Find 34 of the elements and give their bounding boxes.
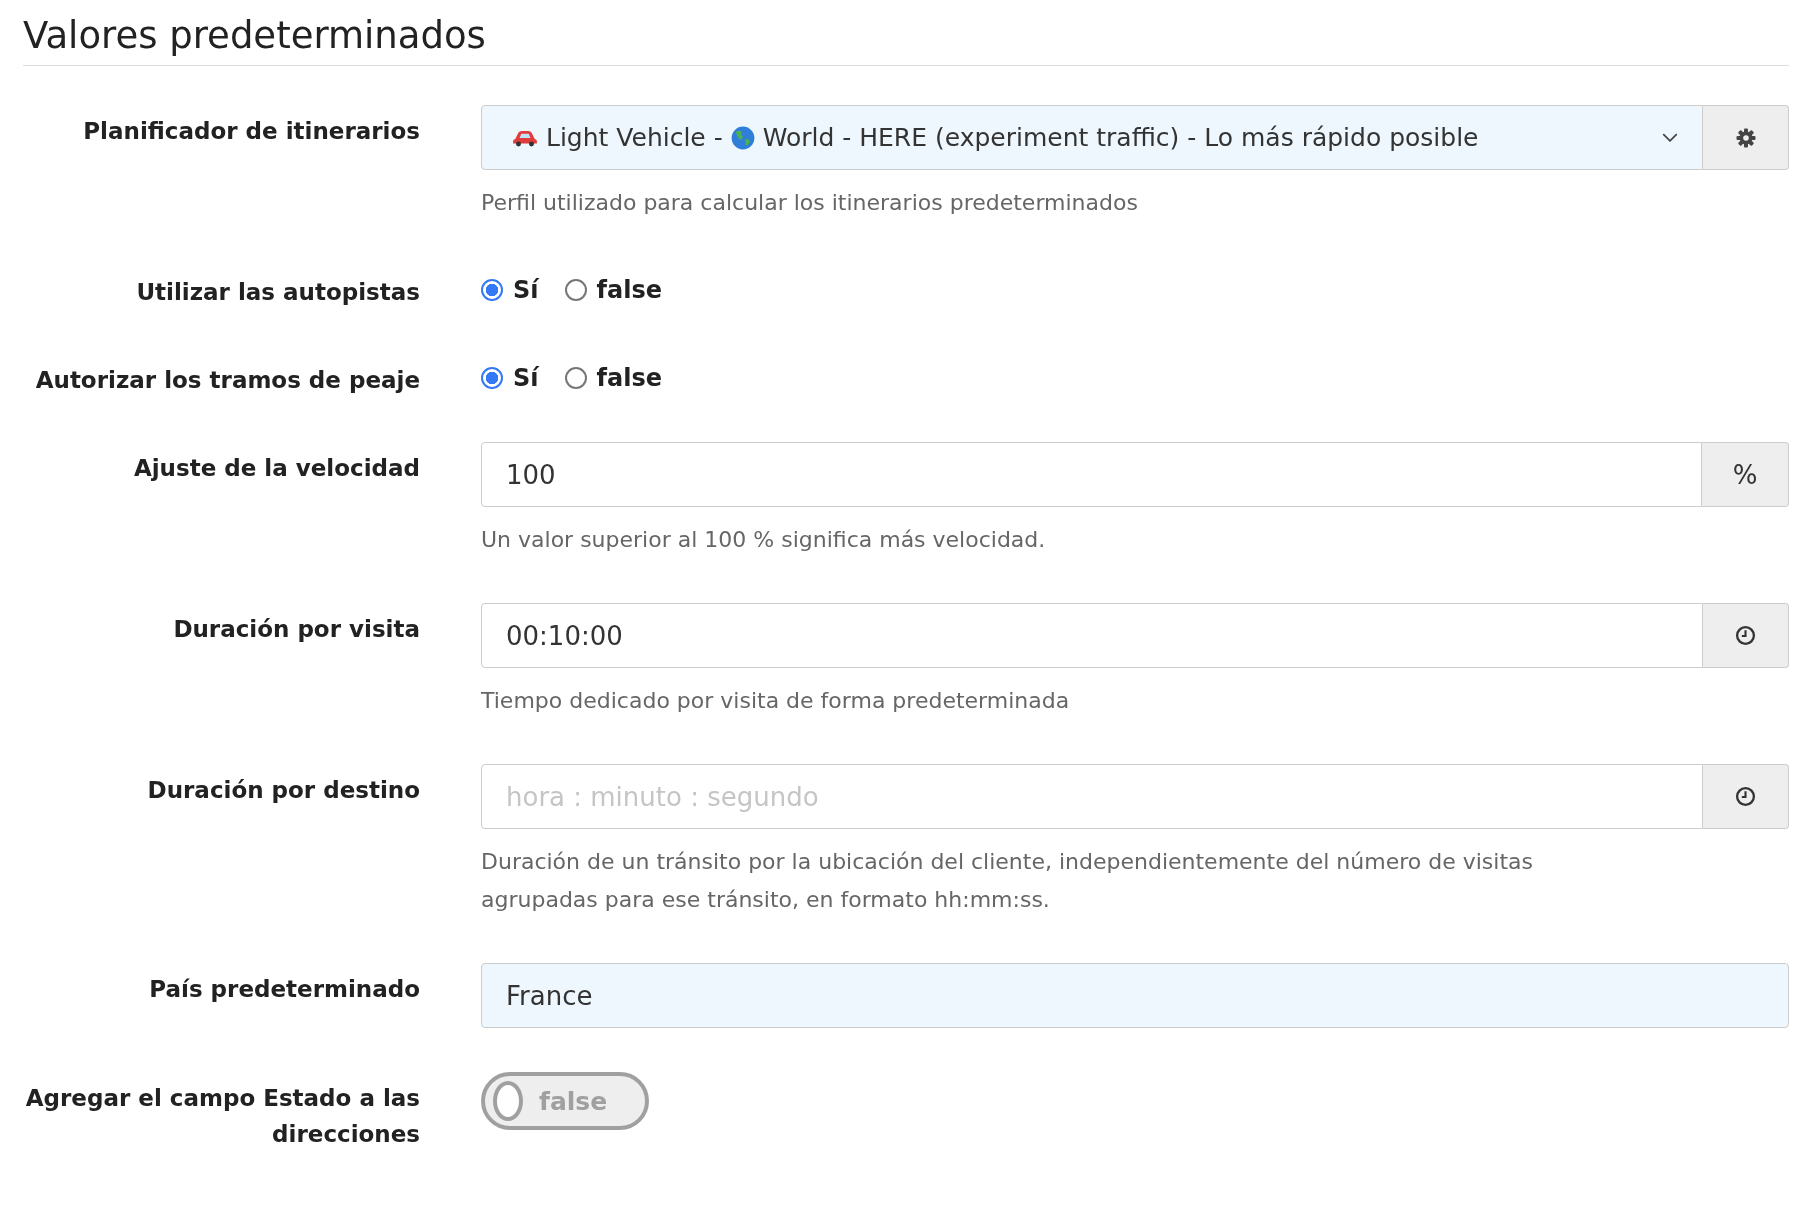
help-text: Tiempo dedicado por visita de forma predeterminada [481, 687, 1071, 715]
radio-option[interactable]: Sí [481, 276, 539, 304]
radio-option[interactable]: Sí [481, 364, 539, 392]
time-input[interactable]: 00:10:00 [481, 603, 1703, 668]
field-label: Ajuste de la velocidad [132, 454, 420, 483]
field-label: País predeterminado [148, 975, 420, 1004]
radio-button[interactable] [564, 367, 587, 389]
country-input[interactable]: France [481, 963, 1789, 1028]
help-text: Perfil utilizado para calcular los itinerarios predeterminados [481, 189, 1139, 217]
field-label: Autorizar los tramos de peaje [34, 366, 420, 395]
radio-button[interactable] [481, 367, 503, 389]
field-label: Duración por destino [146, 776, 420, 805]
radio-button[interactable] [481, 279, 503, 301]
field-label: Duración por visita [172, 615, 420, 644]
speed-input[interactable]: 100 [481, 442, 1702, 507]
clock-icon [1735, 625, 1756, 646]
clock-button[interactable] [1703, 764, 1789, 829]
radio-button[interactable] [564, 279, 587, 301]
unit-addon: % [1702, 442, 1789, 507]
routing-profile-select[interactable]: Light Vehicle - World - HERE (experiment traffic) - Lo más rápido posible [481, 105, 1703, 170]
car-icon [512, 128, 538, 147]
field-label: Agregar el campo Estado a las direcciones [24, 1084, 420, 1149]
help-text: Duración de un tránsito por la ubicación del cliente, independientemente del número de visitas agrupadas para ese tránsito, en formato hh:mm:ss. [481, 848, 1534, 914]
settings-button[interactable] [1703, 105, 1789, 170]
field-label: Utilizar las autopistas [135, 278, 420, 307]
section-title: Valores predeterminados [23, 14, 1789, 66]
globe-icon [730, 125, 755, 150]
caret-icon [1662, 133, 1678, 142]
field-label: Planificador de itinerarios [82, 117, 420, 146]
clock-icon [1735, 786, 1756, 807]
clock-button[interactable] [1703, 603, 1789, 668]
help-text: Un valor superior al 100 % significa más velocidad. [481, 526, 1047, 554]
radio-option[interactable]: false [564, 276, 662, 304]
radio-option[interactable]: false [564, 364, 662, 392]
